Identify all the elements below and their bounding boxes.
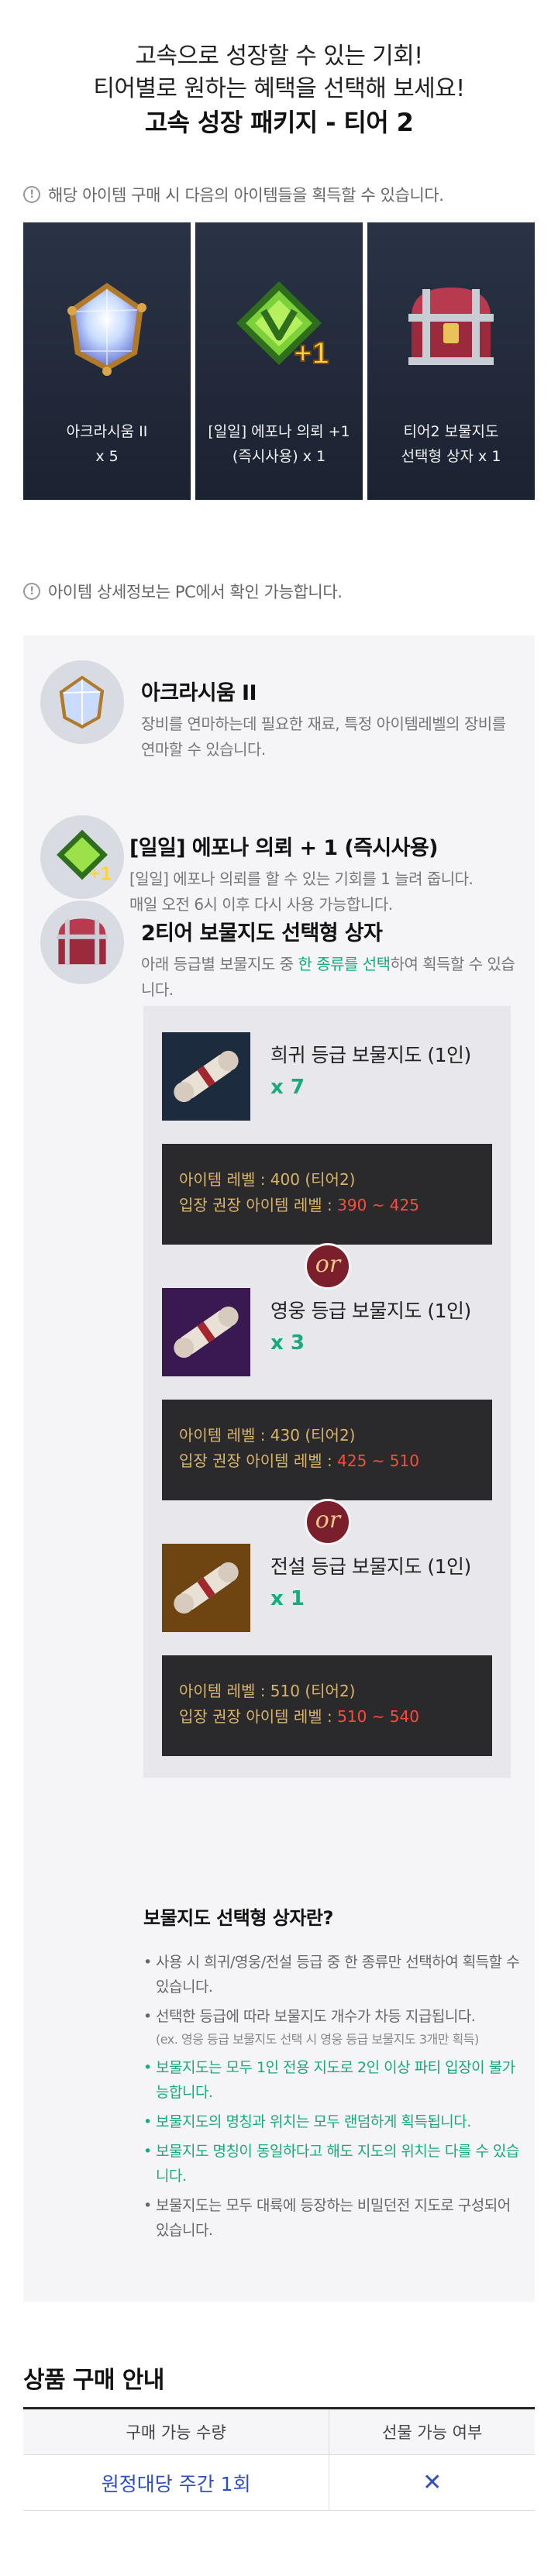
map-item-level: 아이템 레벨 : 510 (티어2)	[179, 1682, 356, 1700]
card-label-1: 아크라시움 II	[66, 423, 148, 440]
package-title: 고속 성장 패키지 - 티어 2	[144, 108, 414, 137]
detail-row-epona: +1 [일일] 에포나 의뢰 + 1 (즉시사용) [일일] 에포나 의뢰를 할…	[40, 815, 524, 914]
map-qty: x 3	[270, 1331, 305, 1355]
card-qty-2: (즉시사용) x 1	[232, 448, 326, 465]
purchase-limit-value: 원정대당 주간 1회	[23, 2454, 329, 2511]
gem-icon	[67, 283, 146, 376]
map-recommended-level: 입장 권장 아이템 레벨 : 425 ~ 510	[179, 1452, 419, 1470]
detail-desc-line-1: [일일] 에포나 의뢰를 할 수 있는 기회를 1 늘려 줍니다.	[129, 870, 474, 888]
detail-desc-pre: 아래 등급별 보물지도 중	[141, 955, 298, 973]
info-item: 선택한 등급에 따라 보물지도 개수가 차등 지급됩니다.(ex. 영웅 등급 …	[143, 2004, 523, 2051]
purchase-info: 상품 구매 안내 구매 가능 수량 선물 가능 여부 원정대당 주간 1회 ✕	[23, 2361, 535, 2511]
detail-title: 2티어 보물지도 선택형 상자	[141, 921, 383, 945]
reward-card-arcrasium: 아크라시움 II x 5	[23, 222, 191, 500]
map-qty: x 1	[270, 1587, 305, 1610]
info-example: (ex. 영웅 등급 보물지도 선택 시 영웅 등급 보물지도 3개만 획득)	[156, 2032, 479, 2047]
hero-header: 고속으로 성장할 수 있는 기회! 티어별로 원하는 혜택을 선택해 보세요! …	[0, 0, 558, 139]
card-qty-3: 선택형 상자 x 1	[401, 448, 501, 465]
map-qty: x 7	[270, 1076, 305, 1099]
giftable-value: ✕	[329, 2454, 535, 2511]
map-option-heroic: 영웅 등급 보물지도 (1인) x 3 아이템 레벨 : 430 (티어2) 입…	[143, 1262, 511, 1522]
treasure-box-info: 보물지도 선택형 상자란? 사용 시 희귀/영웅/전설 등급 중 한 종류만 선…	[143, 1903, 523, 2247]
info-list: 사용 시 희귀/영웅/전설 등급 중 한 종류만 선택하여 획득할 수 있습니다…	[143, 1950, 523, 2243]
detail-medal	[40, 901, 124, 984]
detail-row-arcrasium: 아크라시움 II 장비를 연마하는데 필요한 재료, 특정 아이템레벨의 장비를…	[40, 660, 524, 759]
detail-title: [일일] 에포나 의뢰 + 1 (즉시사용)	[129, 836, 438, 860]
hero-line-1: 고속으로 성장할 수 있는 기회!	[135, 43, 423, 70]
treasure-chest-icon	[408, 288, 494, 365]
map-recommended-level: 입장 권장 아이템 레벨 : 510 ~ 540	[179, 1707, 419, 1726]
reward-cards: 아크라시움 II x 5 +1 [일일] 에포나 의뢰 +1 (즉시사용) x …	[23, 222, 535, 500]
map-name: 희귀 등급 보물지도 (1인)	[270, 1044, 471, 1066]
detail-medal: +1	[40, 815, 124, 899]
map-recommended-range: 510 ~ 540	[337, 1707, 419, 1726]
info-item: 보물지도 명칭이 동일하다고 해도 지도의 위치는 다를 수 있습니다.	[143, 2139, 523, 2189]
pc-notice: ! 아이템 상세정보는 PC에서 확인 가능합니다.	[23, 580, 343, 603]
card-label-2: [일일] 에포나 의뢰 +1	[208, 423, 350, 440]
map-name: 영웅 등급 보물지도 (1인)	[270, 1300, 471, 1322]
purchase-table: 구매 가능 수량 선물 가능 여부 원정대당 주간 1회 ✕	[23, 2407, 535, 2511]
page: { "hero": { "line1": "고속으로 성장할 수 있는 기회!"…	[0, 0, 558, 2576]
treasure-chest-icon	[57, 918, 108, 965]
info-item: 보물지도의 명칭과 위치는 모두 랜덤하게 획득됩니다.	[143, 2109, 523, 2134]
info-icon: !	[23, 186, 40, 203]
table-row: 원정대당 주간 1회 ✕	[23, 2454, 535, 2511]
map-level-box: 아이템 레벨 : 510 (티어2) 입장 권장 아이템 레벨 : 510 ~ …	[162, 1655, 492, 1756]
detail-medal	[40, 660, 124, 744]
scroll-map-icon	[162, 1032, 250, 1121]
map-item-level: 아이템 레벨 : 430 (티어2)	[179, 1426, 356, 1445]
detail-title: 아크라시움 II	[141, 681, 257, 705]
or-badge: or	[305, 1499, 351, 1545]
map-level-box: 아이템 레벨 : 430 (티어2) 입장 권장 아이템 레벨 : 425 ~ …	[162, 1400, 492, 1500]
map-level-box: 아이템 레벨 : 400 (티어2) 입장 권장 아이템 레벨 : 390 ~ …	[162, 1144, 492, 1245]
info-item: 사용 시 희귀/영웅/전설 등급 중 한 종류만 선택하여 획득할 수 있습니다…	[143, 1950, 523, 1999]
acquire-notice: ! 해당 아이템 구매 시 다음의 아이템들을 획득할 수 있습니다.	[23, 183, 444, 206]
map-option-rare: 희귀 등급 보물지도 (1인) x 7 아이템 레벨 : 400 (티어2) 입…	[143, 1006, 511, 1266]
map-item-level: 아이템 레벨 : 400 (티어2)	[179, 1170, 356, 1189]
gem-icon	[59, 675, 105, 729]
pc-notice-text: 아이템 상세정보는 PC에서 확인 가능합니다.	[48, 583, 343, 601]
map-name: 전설 등급 보물지도 (1인)	[270, 1555, 471, 1578]
svg-text:+1: +1	[89, 863, 112, 884]
map-recommended-range: 425 ~ 510	[337, 1452, 419, 1470]
detail-desc: 아래 등급별 보물지도 중 한 종류를 선택하여 획득할 수 있습니다.	[141, 952, 524, 1003]
scroll-map-icon	[162, 1544, 250, 1632]
map-option-legendary: 전설 등급 보물지도 (1인) x 1 아이템 레벨 : 510 (티어2) 입…	[143, 1517, 511, 1778]
card-qty-1: x 5	[95, 448, 119, 465]
hero-line-2: 티어별로 원하는 혜택을 선택해 보세요!	[93, 75, 465, 102]
info-item: 보물지도는 모두 1인 전용 지도로 2인 이상 파티 입장이 불가능합니다.	[143, 2055, 523, 2105]
epona-badge-icon: +1	[57, 829, 112, 884]
map-recommended-level: 입장 권장 아이템 레벨 : 390 ~ 425	[179, 1196, 419, 1214]
scroll-map-icon	[162, 1288, 250, 1376]
col-giftable: 선물 가능 여부	[329, 2408, 535, 2455]
info-title: 보물지도 선택형 상자란?	[143, 1907, 333, 1929]
purchase-title: 상품 구매 안내	[23, 2367, 164, 2394]
map-recommended-range: 390 ~ 425	[337, 1196, 419, 1214]
epona-badge-icon: +1	[236, 281, 329, 371]
acquire-notice-text: 해당 아이템 구매 시 다음의 아이템들을 획득할 수 있습니다.	[48, 186, 444, 205]
card-label-3: 티어2 보물지도	[403, 423, 499, 440]
reward-card-chest: 티어2 보물지도 선택형 상자 x 1	[367, 222, 535, 500]
svg-text:+1: +1	[294, 336, 329, 370]
info-item: 보물지도는 모두 대륙에 등장하는 비밀던전 지도로 구성되어 있습니다.	[143, 2193, 523, 2243]
reward-card-epona: +1 [일일] 에포나 의뢰 +1 (즉시사용) x 1	[195, 222, 363, 500]
table-header-row: 구매 가능 수량 선물 가능 여부	[23, 2408, 535, 2455]
detail-row-chest: 2티어 보물지도 선택형 상자 아래 등급별 보물지도 중 한 종류를 선택하여…	[40, 901, 524, 999]
or-badge: or	[305, 1243, 351, 1290]
info-icon: !	[23, 583, 40, 600]
detail-desc: 장비를 연마하는데 필요한 재료, 특정 아이템레벨의 장비를 연마할 수 있습…	[141, 715, 506, 759]
col-purchase-limit: 구매 가능 수량	[23, 2408, 329, 2455]
detail-desc-highlight: 한 종류를 선택	[298, 955, 391, 973]
close-x-icon: ✕	[422, 2469, 443, 2496]
